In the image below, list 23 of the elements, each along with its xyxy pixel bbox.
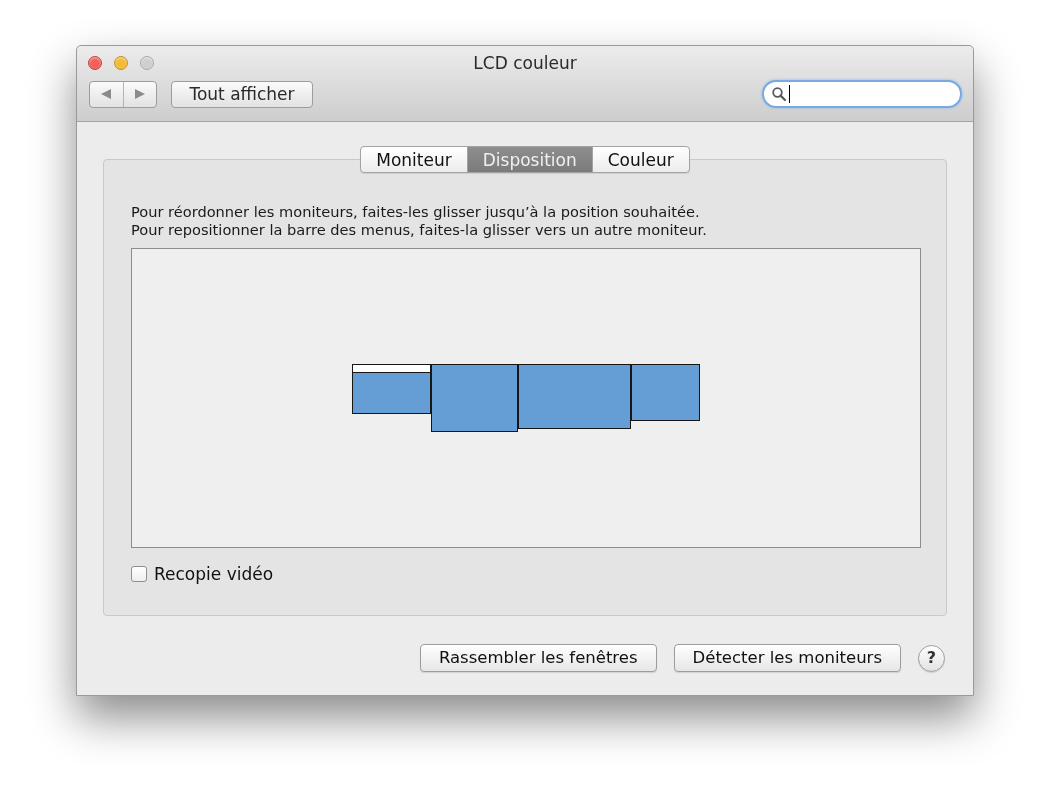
monitor-display[interactable]: [431, 364, 518, 432]
help-button[interactable]: ?: [918, 644, 945, 672]
search-icon: [772, 87, 786, 101]
instruction-text: Pour réordonner les moniteurs, faites-les glisser jusqu’à la position souhaitée.: [131, 203, 700, 221]
instruction-text: Pour repositionner la barre des menus, faites-la glisser vers un autre moniteur.: [131, 221, 707, 239]
text-cursor: [789, 85, 790, 103]
menu-bar-strip[interactable]: [353, 365, 430, 373]
show-all-button[interactable]: Tout afficher: [171, 80, 313, 108]
window-title: LCD couleur: [473, 52, 577, 73]
checkbox[interactable]: [131, 566, 147, 582]
right-triangle-icon: [134, 89, 145, 99]
checkbox-label: Recopie vidéo: [154, 564, 274, 584]
monitor-display[interactable]: [518, 364, 631, 429]
left-triangle-icon: [101, 89, 112, 99]
monitor-display[interactable]: [352, 364, 431, 414]
search-field[interactable]: [762, 80, 962, 108]
push-button[interactable]: Détecter les moniteurs: [673, 644, 901, 672]
tab[interactable]: Couleur: [591, 147, 689, 172]
close-window-icon[interactable]: [88, 55, 102, 70]
minimize-window-icon[interactable]: [114, 55, 128, 70]
tab[interactable]: Moniteur: [361, 147, 467, 172]
push-button[interactable]: Rassembler les fenêtres: [419, 644, 657, 672]
monitor-display[interactable]: [631, 364, 700, 421]
